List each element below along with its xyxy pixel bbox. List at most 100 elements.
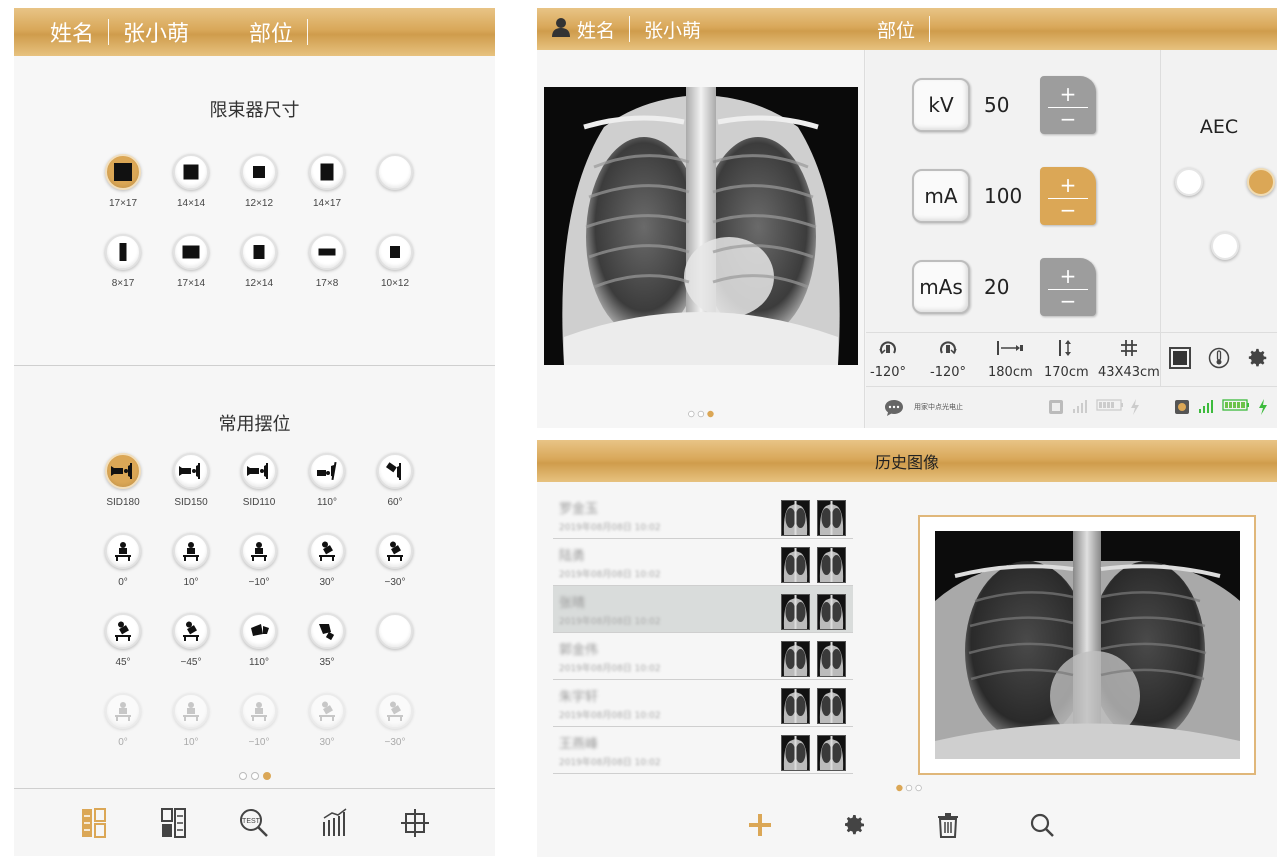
positions-option[interactable]: SID150	[157, 453, 225, 533]
gear-icon[interactable]	[1247, 347, 1269, 373]
positions-option[interactable]: 0°	[89, 533, 157, 613]
history-thumbnail[interactable]	[817, 735, 846, 771]
collimator-option-button[interactable]	[241, 234, 277, 270]
history-row[interactable]: 王燕峰 2019年08月08日 10:02	[553, 727, 853, 774]
plus-button[interactable]: +	[1060, 175, 1077, 195]
positions-option[interactable]: 110°	[225, 613, 293, 693]
positions-option-button[interactable]	[241, 693, 277, 729]
page-dot[interactable]	[706, 410, 714, 418]
positions-option-button[interactable]	[105, 693, 141, 729]
collimator-option[interactable]: 17×14	[157, 234, 225, 314]
history-thumbnail[interactable]	[817, 641, 846, 677]
add-icon[interactable]	[747, 812, 773, 842]
history-thumbnail[interactable]	[817, 594, 846, 630]
ruler-grid-icon[interactable]	[74, 803, 114, 843]
history-thumbnail[interactable]	[781, 500, 810, 536]
collimator-option-button[interactable]	[105, 154, 141, 190]
test-zoom-icon[interactable]: TEST	[234, 803, 274, 843]
positions-option[interactable]: 45°	[89, 613, 157, 693]
page-dot[interactable]	[915, 784, 922, 792]
minus-button[interactable]: −	[1060, 291, 1077, 311]
positions-option-button[interactable]	[241, 533, 277, 569]
positions-option-button[interactable]	[105, 453, 141, 489]
collimator-option-button[interactable]	[241, 154, 277, 190]
page-indicator[interactable]	[14, 772, 495, 780]
collimator-option-button[interactable]	[173, 234, 209, 270]
positions-option[interactable]: −45°	[157, 613, 225, 693]
positions-option[interactable]: 30°	[293, 693, 361, 773]
page-dot[interactable]	[238, 772, 247, 780]
param-stepper-ma[interactable]: + −	[1040, 167, 1096, 225]
history-thumbnail[interactable]	[817, 500, 846, 536]
positions-option[interactable]: 0°	[89, 693, 157, 773]
history-row[interactable]: 陆勇 2019年08月08日 10:02	[553, 539, 853, 586]
collimator-option[interactable]: 14×14	[157, 154, 225, 234]
collimator-option[interactable]: 10×12	[361, 234, 429, 314]
thermometer-icon[interactable]	[1208, 347, 1230, 373]
crosshair-icon[interactable]	[395, 803, 435, 843]
positions-option[interactable]: −10°	[225, 693, 293, 773]
positions-option-button[interactable]	[309, 453, 345, 489]
collimator-option[interactable]: 17×17	[89, 154, 157, 234]
collimator-option-button[interactable]	[377, 234, 413, 270]
page-dot[interactable]	[896, 784, 903, 792]
collimator-option-button[interactable]	[173, 154, 209, 190]
plus-button[interactable]: +	[1060, 266, 1077, 286]
collimator-option[interactable]: 14×17	[293, 154, 361, 234]
positions-option[interactable]: −10°	[225, 533, 293, 613]
param-stepper-mas[interactable]: + −	[1040, 258, 1096, 316]
search-icon[interactable]	[1029, 812, 1055, 842]
gear-icon[interactable]	[843, 813, 867, 841]
positions-option[interactable]: 10°	[157, 533, 225, 613]
positions-option[interactable]: SID110	[225, 453, 293, 533]
positions-option-button[interactable]	[173, 533, 209, 569]
page-dot[interactable]	[905, 784, 913, 792]
positions-option-button[interactable]	[377, 533, 413, 569]
positions-option[interactable]: 10°	[157, 693, 225, 773]
page-indicator[interactable]	[896, 784, 922, 792]
positions-option-button[interactable]	[105, 533, 141, 569]
collimator-option[interactable]	[361, 154, 429, 234]
message-icon[interactable]	[884, 399, 904, 417]
positions-option-button[interactable]	[173, 693, 209, 729]
positions-option-button[interactable]	[309, 613, 345, 649]
positions-option-button[interactable]	[173, 453, 209, 489]
history-thumbnail[interactable]	[781, 735, 810, 771]
history-thumbnail[interactable]	[817, 688, 846, 724]
page-dot[interactable]	[250, 772, 259, 780]
aec-chamber-left[interactable]	[1175, 168, 1203, 196]
collimator-option-button[interactable]	[309, 234, 345, 270]
history-row[interactable]: 朱宇轩 2019年08月08日 10:02	[553, 680, 853, 727]
positions-option[interactable]: 35°	[293, 613, 361, 693]
positions-option-button[interactable]	[377, 693, 413, 729]
chart-icon[interactable]	[315, 803, 355, 843]
param-key-kv[interactable]: kV	[912, 78, 970, 132]
positions-option[interactable]: −30°	[361, 533, 429, 613]
collimator-option-button[interactable]	[377, 154, 413, 190]
history-xray-image[interactable]	[935, 531, 1240, 759]
collimator-option[interactable]: 12×14	[225, 234, 293, 314]
history-thumbnail[interactable]	[781, 594, 810, 630]
collimator-option-button[interactable]	[309, 154, 345, 190]
collimator-option[interactable]: 12×12	[225, 154, 293, 234]
param-key-ma[interactable]: mA	[912, 169, 970, 223]
history-row[interactable]: 郭金伟 2019年08月08日 10:02	[553, 633, 853, 680]
positions-option-button[interactable]	[377, 613, 413, 649]
aec-chamber-right[interactable]	[1247, 168, 1275, 196]
history-row[interactable]: 张晴 2019年08月08日 10:02	[553, 586, 853, 633]
history-thumbnail[interactable]	[781, 688, 810, 724]
param-stepper-kv[interactable]: + −	[1040, 76, 1096, 134]
minus-button[interactable]: −	[1060, 200, 1077, 220]
positions-option-button[interactable]	[173, 613, 209, 649]
minus-button[interactable]: −	[1060, 109, 1077, 129]
layout-icon[interactable]	[154, 803, 194, 843]
positions-option-button[interactable]	[377, 453, 413, 489]
collimator-option-button[interactable]	[105, 234, 141, 270]
positions-option[interactable]	[361, 613, 429, 693]
positions-option-button[interactable]	[309, 533, 345, 569]
positions-option-button[interactable]	[241, 613, 277, 649]
page-indicator[interactable]	[570, 410, 832, 418]
chest-xray-image[interactable]	[544, 87, 858, 365]
positions-option-button[interactable]	[105, 613, 141, 649]
positions-option-button[interactable]	[309, 693, 345, 729]
